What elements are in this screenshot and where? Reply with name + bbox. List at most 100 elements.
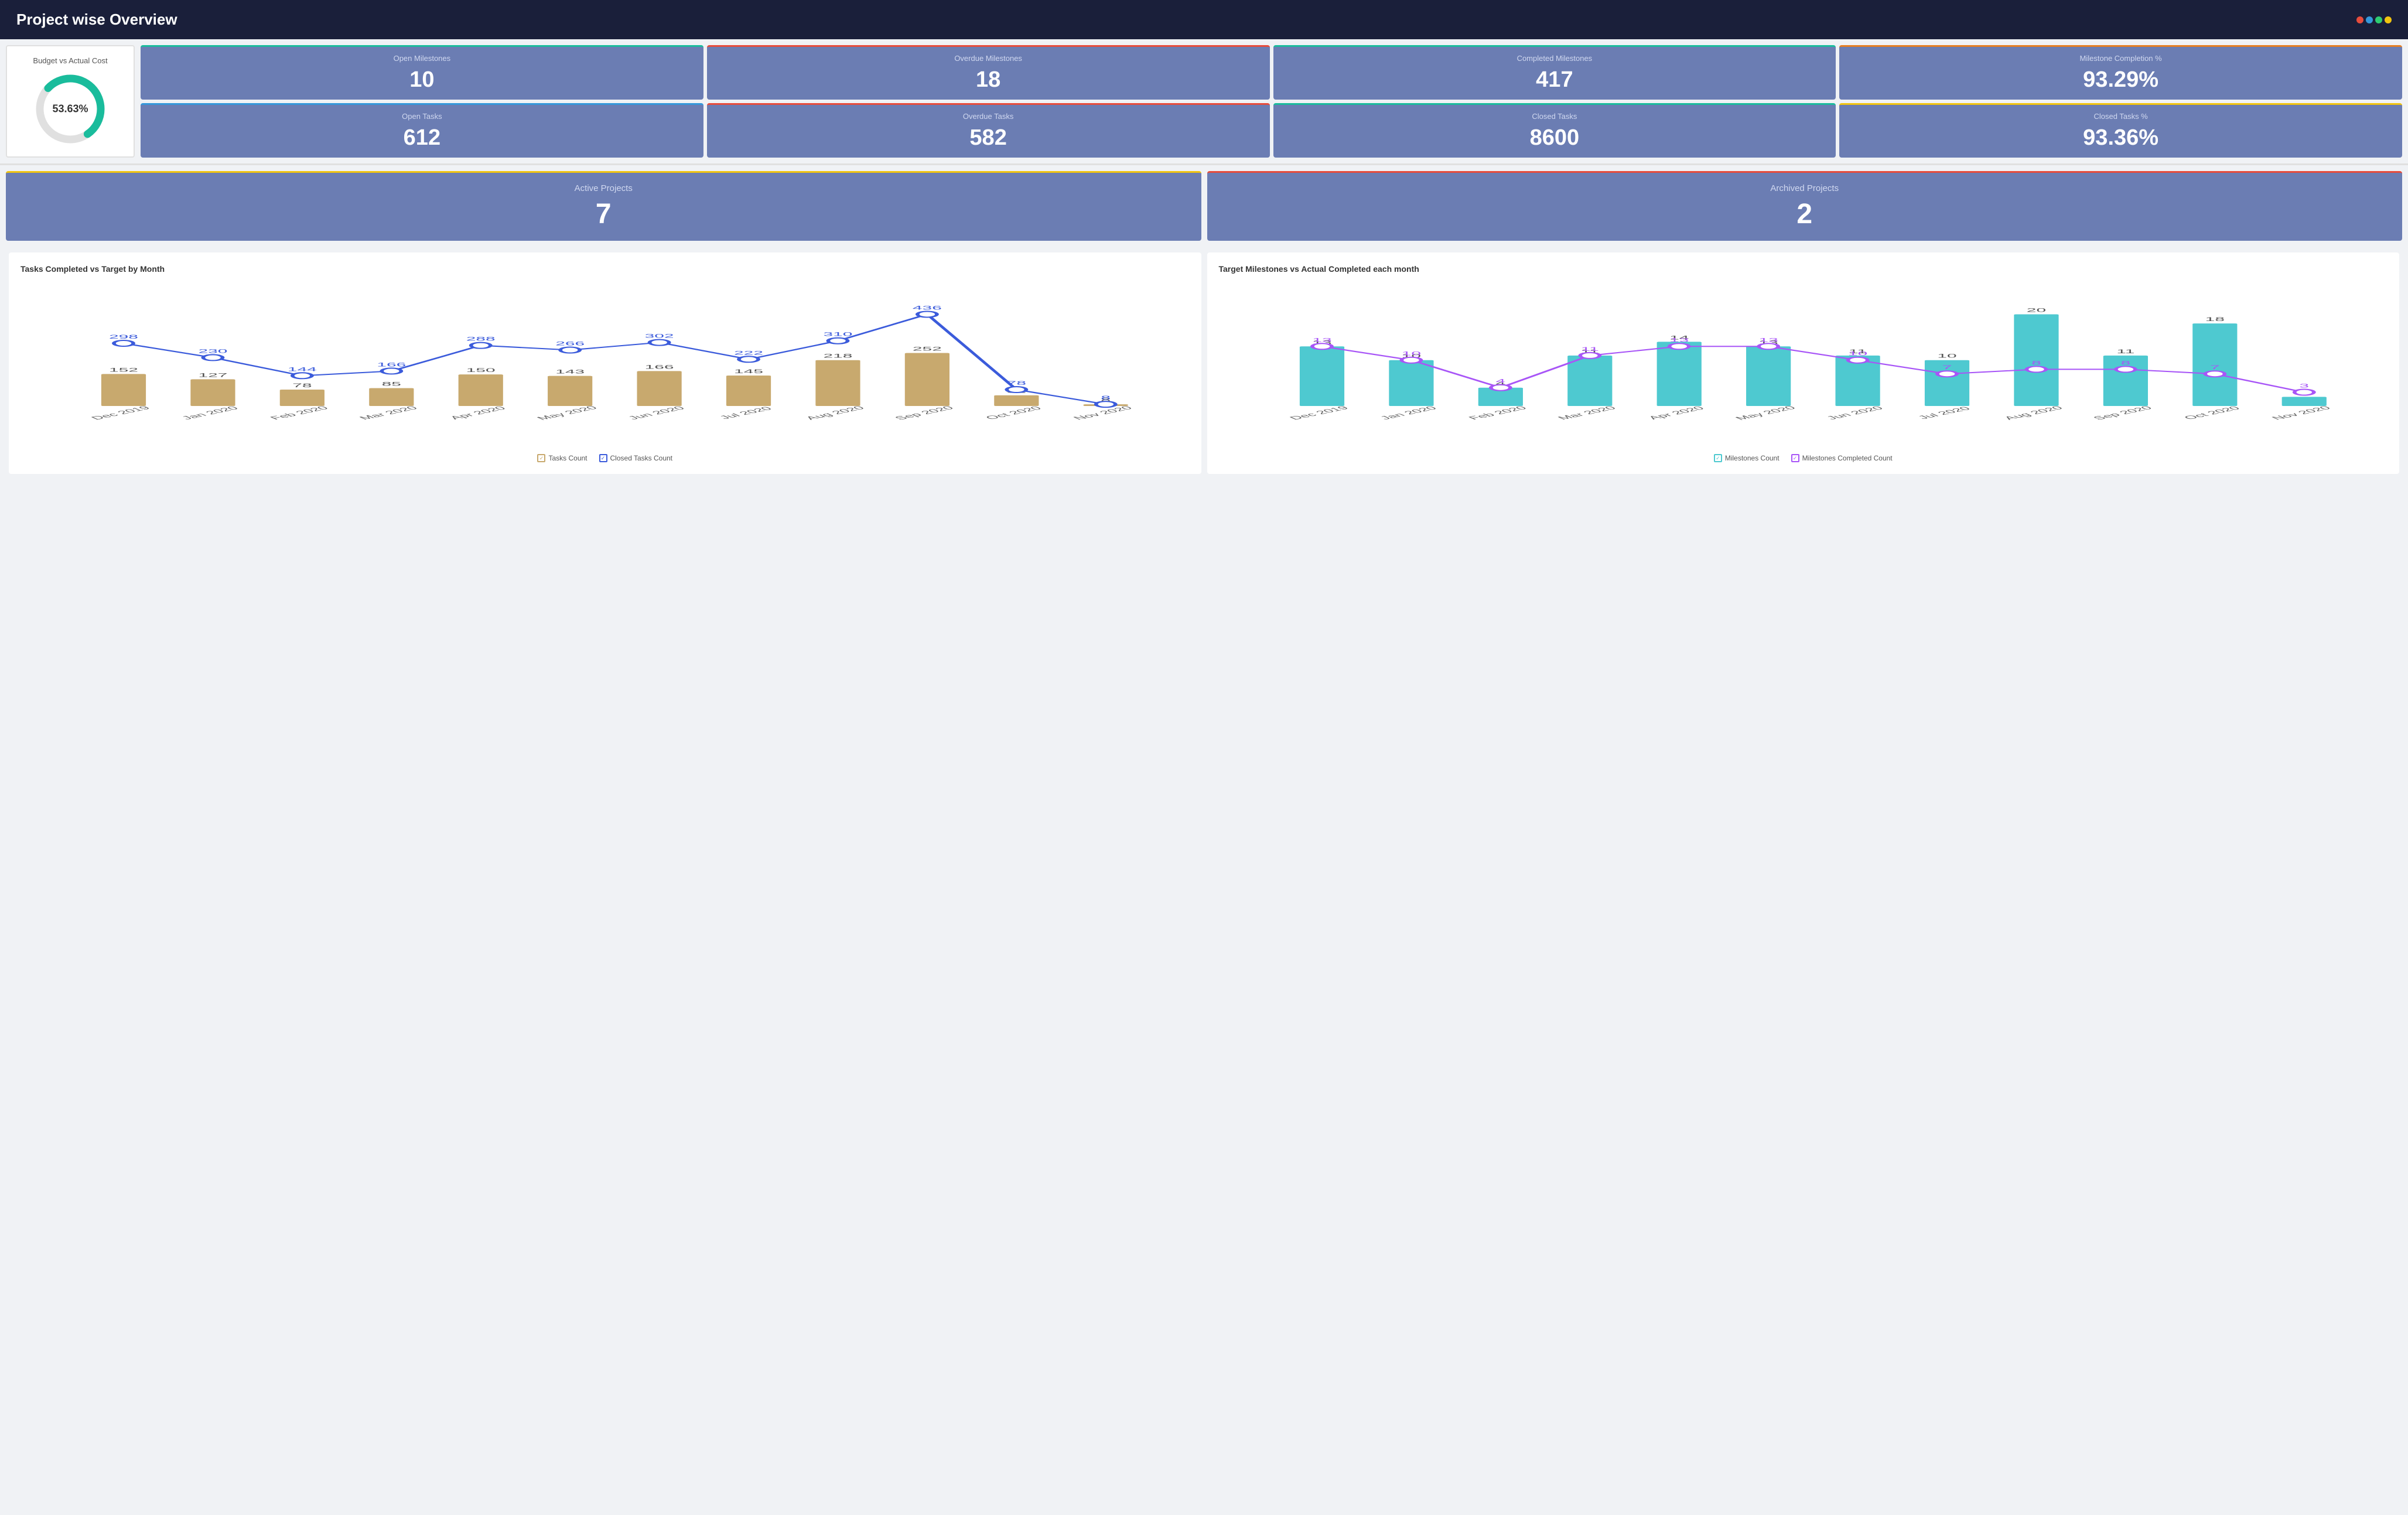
- svg-text:3: 3: [2299, 383, 2309, 388]
- svg-text:Dec 2019: Dec 2019: [88, 405, 153, 421]
- svg-text:222: 222: [734, 350, 763, 356]
- mid-section: Active Projects 7 Archived Projects 2: [0, 165, 2408, 247]
- page-title: Project wise Overview: [16, 11, 177, 29]
- metric-value-4: 612: [404, 125, 440, 151]
- svg-text:7: 7: [1942, 364, 1952, 370]
- milestones-chart-legend: ✓ Milestones Count ✓ Milestones Complete…: [1219, 454, 2388, 462]
- charts-section: Tasks Completed vs Target by Month 15212…: [0, 247, 2408, 480]
- metric-value-5: 582: [969, 125, 1006, 151]
- budget-card: Budget vs Actual Cost 53.63%: [6, 45, 135, 158]
- header-logo: [2356, 16, 2392, 23]
- svg-text:13: 13: [1758, 337, 1778, 343]
- legend-milestones-completed-label: Milestones Completed Count: [1802, 454, 1893, 462]
- svg-text:Jul 2020: Jul 2020: [717, 406, 775, 421]
- svg-text:302: 302: [645, 333, 674, 339]
- svg-text:78: 78: [1007, 380, 1026, 386]
- project-value-1: 2: [1796, 198, 1812, 230]
- legend-tasks-count: ✓ Tasks Count: [537, 454, 587, 462]
- metric-label-2: Completed Milestones: [1517, 54, 1593, 63]
- svg-text:Dec 2019: Dec 2019: [1287, 405, 1351, 421]
- milestones-chart-area: 1310411141311102011182131041113131078873…: [1219, 283, 2388, 447]
- project-label-1: Archived Projects: [1770, 183, 1839, 193]
- legend-milestones-completed: ✓ Milestones Completed Count: [1791, 454, 1893, 462]
- metric-card-0: Open Milestones 10: [141, 45, 703, 100]
- tasks-chart-area: 1521277885150143166145218252518298230144…: [21, 283, 1190, 447]
- svg-text:152: 152: [109, 367, 138, 373]
- svg-text:May 2020: May 2020: [534, 405, 600, 421]
- project-label-0: Active Projects: [575, 183, 633, 193]
- svg-text:8: 8: [1101, 395, 1111, 401]
- metric-value-2: 417: [1536, 67, 1573, 93]
- metric-card-5: Overdue Tasks 582: [707, 103, 1270, 158]
- legend-milestones-count: ✓ Milestones Count: [1714, 454, 1779, 462]
- svg-text:Jan 2020: Jan 2020: [1377, 405, 1440, 421]
- svg-text:85: 85: [382, 381, 401, 387]
- budget-title: Budget vs Actual Cost: [33, 56, 107, 65]
- legend-milestones-icon: ✓: [1714, 454, 1722, 462]
- svg-text:Aug 2020: Aug 2020: [803, 405, 867, 421]
- legend-milestones-label: Milestones Count: [1725, 454, 1779, 462]
- svg-text:266: 266: [555, 340, 585, 346]
- metric-label-0: Open Milestones: [394, 54, 451, 63]
- svg-text:Jan 2020: Jan 2020: [179, 405, 241, 421]
- svg-text:13: 13: [1312, 337, 1331, 343]
- legend-closed-label: Closed Tasks Count: [610, 454, 673, 462]
- metric-label-4: Open Tasks: [402, 112, 442, 121]
- page-header: Project wise Overview: [0, 0, 2408, 39]
- svg-text:166: 166: [645, 364, 674, 370]
- svg-text:Apr 2020: Apr 2020: [1645, 405, 1707, 421]
- svg-text:145: 145: [734, 368, 763, 374]
- metrics-grid: Open Milestones 10 Overdue Milestones 18…: [141, 45, 2402, 158]
- metric-value-3: 93.29%: [2083, 67, 2158, 93]
- svg-text:127: 127: [198, 372, 227, 378]
- svg-text:7: 7: [2210, 364, 2220, 370]
- donut-chart: 53.63%: [32, 71, 108, 147]
- legend-closed-tasks: ✓ Closed Tasks Count: [599, 454, 673, 462]
- milestones-chart-title: Target Milestones vs Actual Completed ea…: [1219, 264, 2388, 274]
- svg-text:288: 288: [466, 336, 496, 342]
- metric-card-2: Completed Milestones 417: [1273, 45, 1836, 100]
- svg-text:18: 18: [2205, 316, 2224, 322]
- metric-card-3: Milestone Completion % 93.29%: [1839, 45, 2402, 100]
- svg-text:Sep 2020: Sep 2020: [892, 405, 957, 421]
- donut-percentage: 53.63%: [52, 103, 88, 115]
- metric-label-5: Overdue Tasks: [963, 112, 1013, 121]
- svg-text:May 2020: May 2020: [1733, 405, 1799, 421]
- svg-text:Aug 2020: Aug 2020: [2001, 405, 2065, 421]
- svg-text:Apr 2020: Apr 2020: [447, 405, 509, 421]
- metric-card-7: Closed Tasks % 93.36%: [1839, 103, 2402, 158]
- svg-text:Nov 2020: Nov 2020: [2269, 405, 2333, 421]
- svg-text:Feb 2020: Feb 2020: [268, 405, 332, 421]
- metric-label-7: Closed Tasks %: [2094, 112, 2148, 121]
- svg-text:310: 310: [823, 332, 852, 337]
- svg-text:4: 4: [1495, 378, 1505, 384]
- svg-text:Jun 2020: Jun 2020: [1823, 405, 1886, 421]
- svg-text:Oct 2020: Oct 2020: [2181, 405, 2243, 421]
- metric-label-3: Milestone Completion %: [2080, 54, 2162, 63]
- legend-tasks-label: Tasks Count: [548, 454, 587, 462]
- svg-text:Feb 2020: Feb 2020: [1466, 405, 1529, 421]
- legend-tasks-icon: ✓: [537, 454, 545, 462]
- svg-text:Mar 2020: Mar 2020: [357, 405, 421, 421]
- metric-card-1: Overdue Milestones 18: [707, 45, 1270, 100]
- svg-text:252: 252: [913, 346, 942, 352]
- svg-text:Jul 2020: Jul 2020: [1915, 406, 1973, 421]
- svg-text:78: 78: [292, 383, 312, 388]
- svg-text:436: 436: [913, 305, 942, 310]
- tasks-chart-panel: Tasks Completed vs Target by Month 15212…: [9, 252, 1201, 474]
- metric-label-6: Closed Tasks: [1532, 112, 1577, 121]
- svg-text:Sep 2020: Sep 2020: [2091, 405, 2155, 421]
- svg-text:11: 11: [2116, 349, 2134, 354]
- svg-text:10: 10: [1401, 351, 1420, 357]
- svg-text:8: 8: [2120, 360, 2130, 366]
- svg-text:230: 230: [198, 348, 227, 354]
- svg-text:166: 166: [377, 361, 406, 367]
- svg-text:13: 13: [1669, 337, 1689, 343]
- svg-text:10: 10: [1937, 353, 1956, 359]
- svg-text:Mar 2020: Mar 2020: [1555, 405, 1619, 421]
- svg-text:150: 150: [466, 367, 496, 373]
- metric-label-1: Overdue Milestones: [954, 54, 1022, 63]
- svg-text:8: 8: [2031, 360, 2041, 366]
- svg-text:Jun 2020: Jun 2020: [626, 405, 688, 421]
- metric-card-4: Open Tasks 612: [141, 103, 703, 158]
